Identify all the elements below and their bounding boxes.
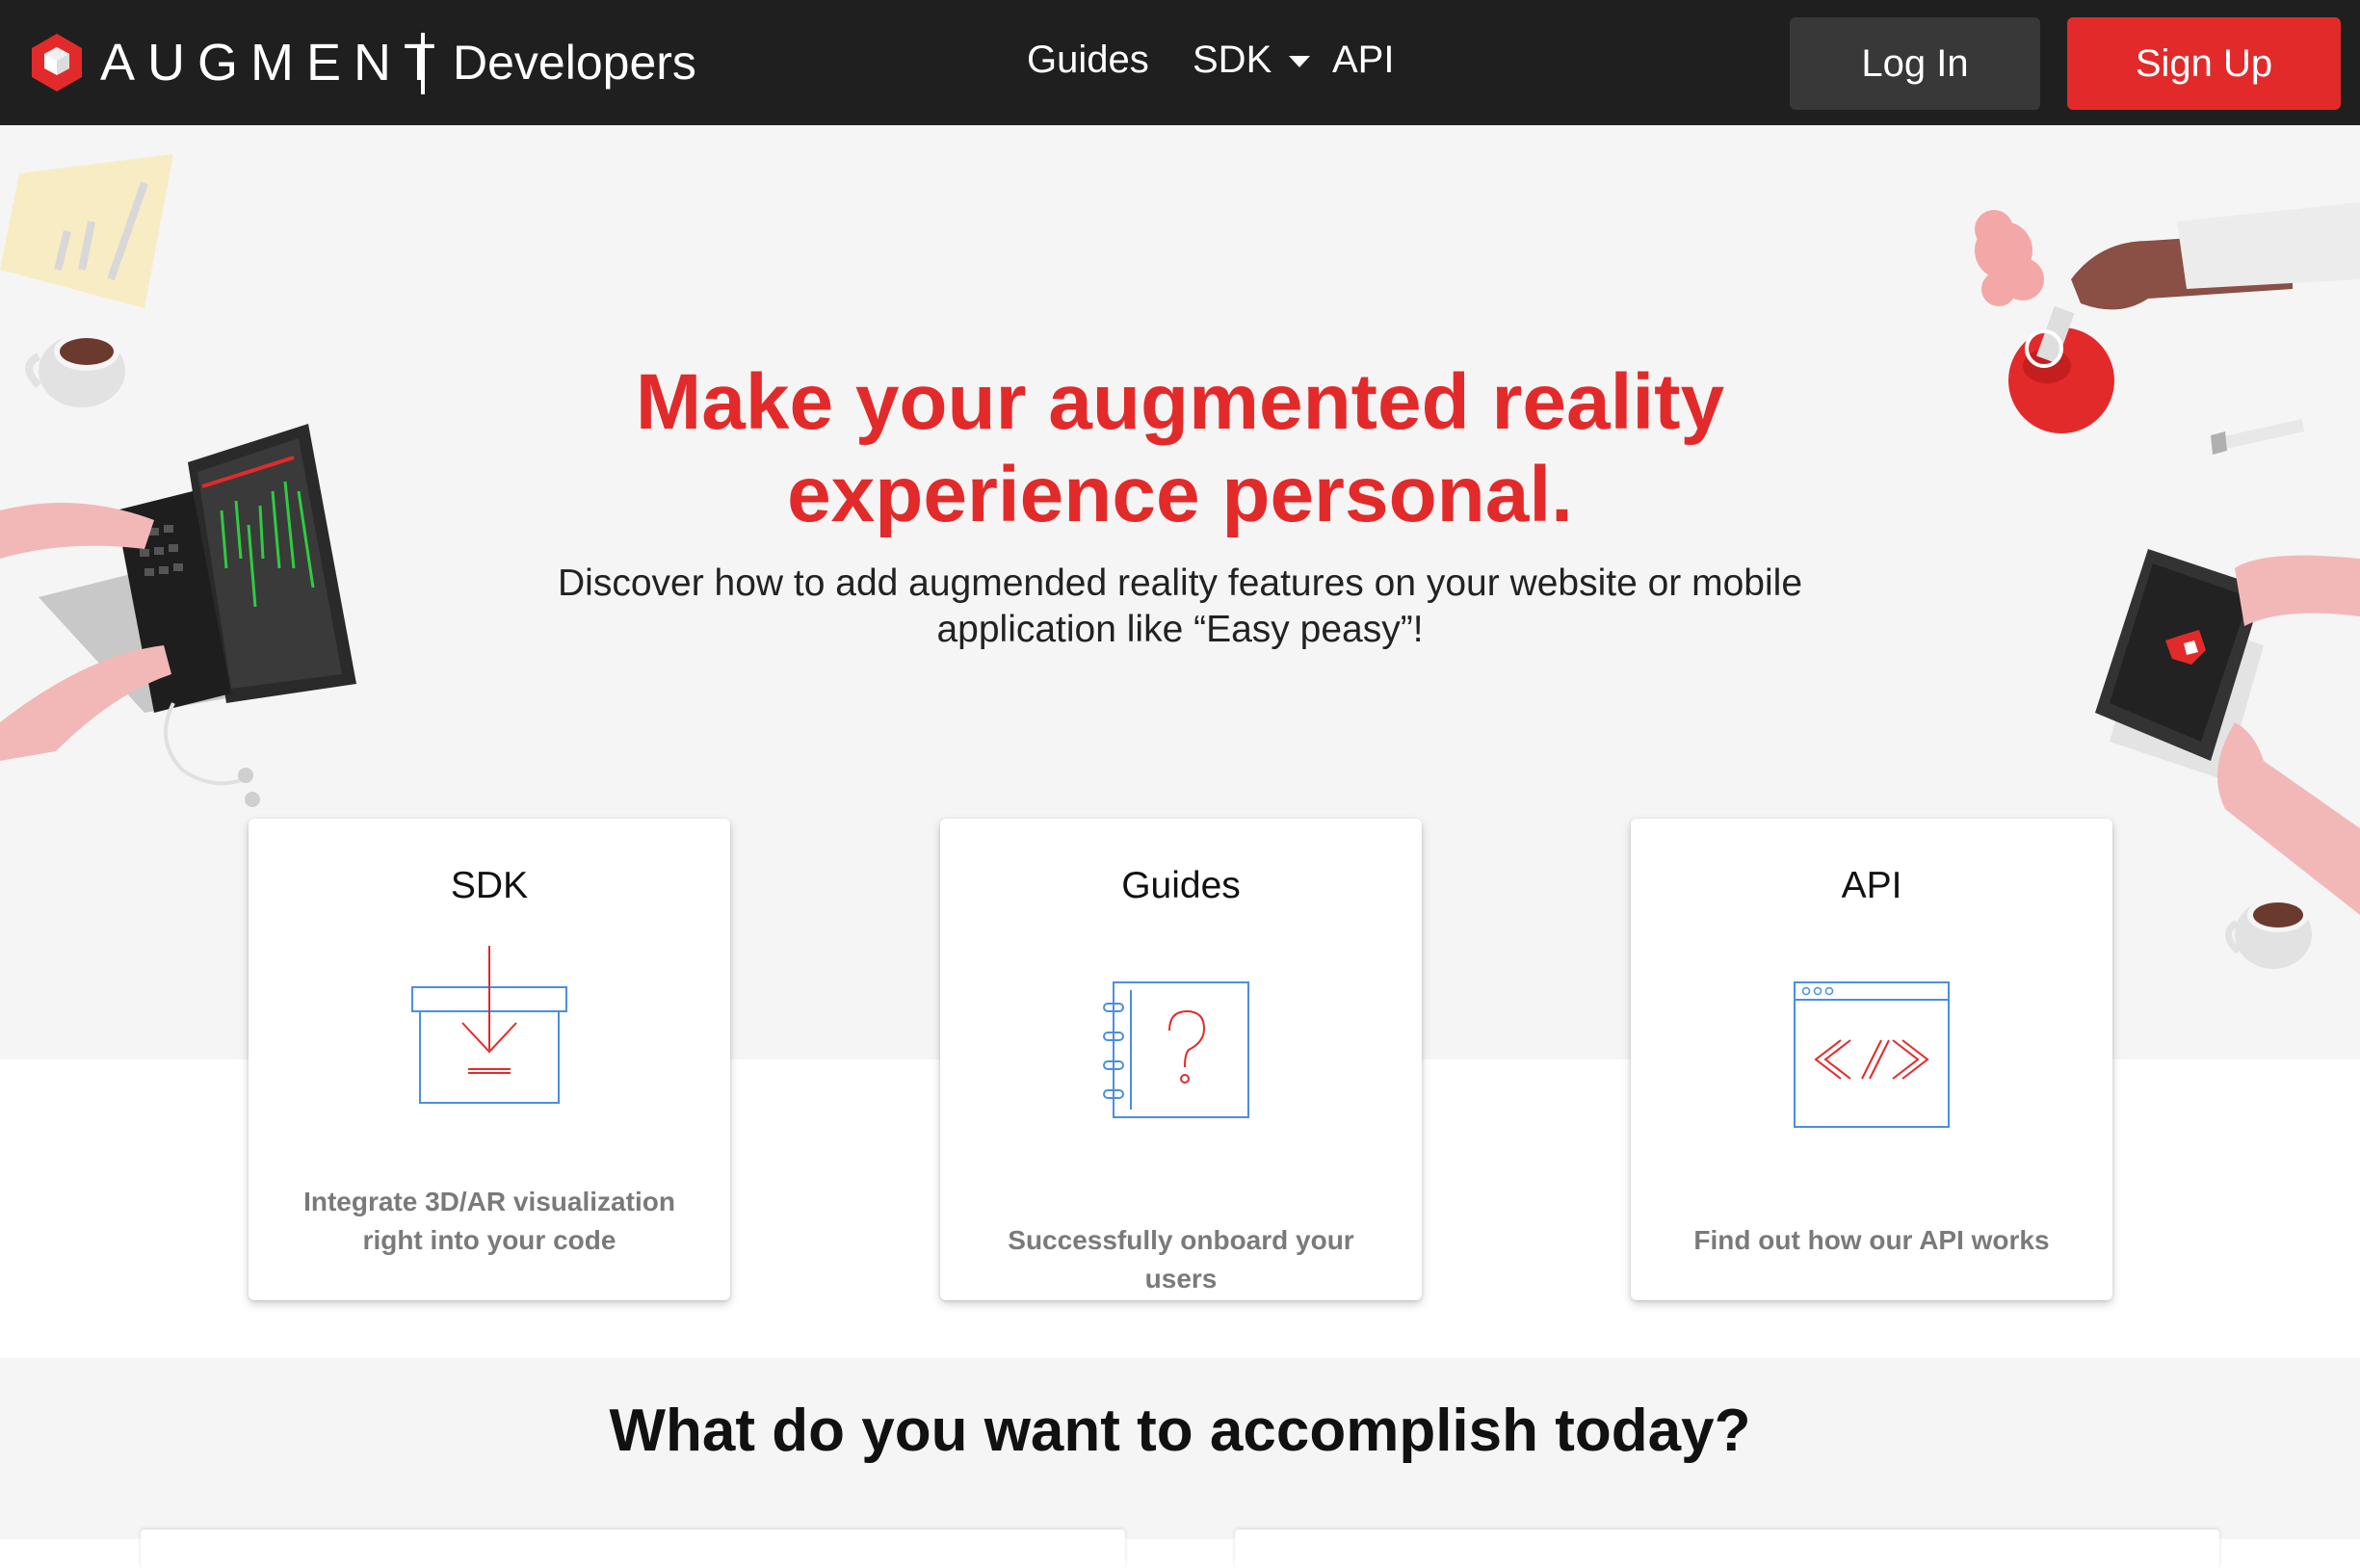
developers-link[interactable]: Developers <box>453 35 696 91</box>
question-notebook-icon <box>1103 981 1249 1118</box>
hero-title-line-1: Make your augmented reality <box>635 358 1725 446</box>
chevron-down-icon <box>1289 56 1311 68</box>
top-nav: AUGMENT Developers Guides SDK API Log In… <box>0 0 2360 125</box>
sdk-card-description: Integrate 3D/AR visualization right into… <box>277 1183 701 1260</box>
hero-title: Make your augmented reality experience p… <box>0 356 2360 541</box>
hero-subtitle: Discover how to add augmended reality fe… <box>506 561 1854 653</box>
hero-subtitle-line-1: Discover how to add augmended reality fe… <box>557 562 1803 604</box>
sdk-card-description-line-1: Integrate 3D/AR visualization <box>303 1187 675 1216</box>
hero-title-line-2: experience personal. <box>787 451 1573 538</box>
task-card-right[interactable] <box>1235 1529 2219 1568</box>
signup-button[interactable]: Sign Up <box>2067 17 2341 110</box>
login-button[interactable]: Log In <box>1790 17 2040 110</box>
nav-sdk-dropdown[interactable]: SDK <box>1193 39 1311 82</box>
api-card-title: API <box>1841 865 1902 906</box>
brand-name: AUGMENT <box>100 34 448 91</box>
brand-divider <box>421 33 425 94</box>
sdk-card-title: SDK <box>450 865 529 906</box>
task-card-left[interactable] <box>141 1529 1125 1568</box>
sdk-card[interactable]: SDK Integrate 3D/AR visualization right … <box>249 819 730 1300</box>
api-card[interactable]: API Find out how our API works <box>1631 819 2112 1300</box>
accomplish-section-title: What do you want to accomplish today? <box>609 1398 1751 1464</box>
api-card-description: Find out how our API works <box>1693 1225 2050 1255</box>
hero-subtitle-line-2: application like “Easy peasy”! <box>936 609 1424 650</box>
guides-card-title: Guides <box>1121 865 1241 906</box>
nav-api-link[interactable]: API <box>1332 39 1394 82</box>
nav-guides-link[interactable]: Guides <box>1027 39 1149 82</box>
sdk-card-description-line-2: right into your code <box>362 1225 616 1255</box>
code-window-icon <box>1794 981 1950 1128</box>
guides-card-description: Successfully onboard your users <box>1008 1225 1354 1294</box>
guides-card[interactable]: Guides Successfully onboard your users <box>940 819 1422 1300</box>
download-box-icon <box>411 946 567 1104</box>
brand-home-link[interactable]: AUGMENT <box>29 29 448 96</box>
augment-logo-icon <box>32 34 82 91</box>
nav-sdk-label: SDK <box>1193 39 1272 81</box>
